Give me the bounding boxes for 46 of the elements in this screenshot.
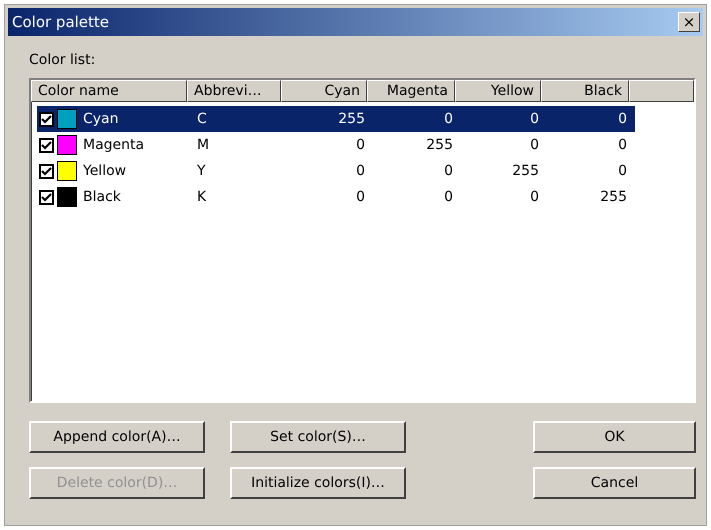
table-cell-text: 0 bbox=[617, 137, 628, 153]
color-row[interactable]: Black K 0 0 0 255 bbox=[37, 184, 635, 210]
column-header[interactable]: Magenta bbox=[367, 80, 455, 102]
table-cell-text: 0 bbox=[617, 111, 628, 127]
color-row[interactable]: Yellow Y 0 0 255 0 bbox=[37, 158, 635, 184]
table-cell-text: 0 bbox=[443, 111, 454, 127]
checkbox[interactable] bbox=[39, 164, 54, 178]
table-cell-text: 255 bbox=[337, 111, 366, 127]
table-cell-text: 0 bbox=[355, 137, 366, 153]
window-title: Color palette bbox=[12, 13, 110, 31]
table-cell-text: Yellow bbox=[82, 163, 128, 179]
table-cell-text: 0 bbox=[355, 189, 366, 205]
table-cell-text: 255 bbox=[425, 137, 454, 153]
checkbox[interactable] bbox=[39, 138, 54, 152]
dialog-button[interactable]: OK bbox=[533, 421, 696, 453]
table-cell-text: 255 bbox=[599, 189, 628, 205]
column-header[interactable]: Black bbox=[541, 80, 629, 102]
close-button[interactable]: × bbox=[678, 12, 700, 32]
dialog-button[interactable]: Cancel bbox=[533, 467, 696, 499]
list-label: Color list: bbox=[29, 52, 96, 68]
column-header[interactable]: Abbrevi… bbox=[187, 80, 281, 102]
table-cell-text: Y bbox=[196, 163, 207, 179]
column-header[interactable]: Color name bbox=[31, 80, 187, 102]
dialog-button[interactable]: Initialize colors(I)… bbox=[230, 467, 406, 499]
table-cell-text: Cyan bbox=[82, 111, 120, 127]
column-header[interactable]: Cyan bbox=[281, 80, 367, 102]
table-cell-text: Magenta bbox=[82, 137, 146, 153]
table-cell-text: 255 bbox=[511, 163, 540, 179]
dialog-button[interactable]: Append color(A)… bbox=[29, 421, 205, 453]
table-cell-text: K bbox=[196, 189, 208, 205]
color-row[interactable]: Magenta M 0 255 0 0 bbox=[37, 132, 635, 158]
checkbox[interactable] bbox=[39, 190, 54, 204]
table-cell-text: 0 bbox=[443, 189, 454, 205]
table-cell-text: 0 bbox=[529, 111, 540, 127]
dialog-button[interactable]: Set color(S)… bbox=[230, 421, 406, 453]
table-cell-text: 0 bbox=[529, 137, 540, 153]
table-cell-text: 0 bbox=[617, 163, 628, 179]
color-row[interactable]: Cyan C 255 0 0 0 bbox=[37, 106, 635, 132]
table-cell-text: Black bbox=[82, 189, 122, 205]
table-cell-text: 0 bbox=[443, 163, 454, 179]
checkbox[interactable] bbox=[39, 112, 54, 126]
column-header[interactable]: Yellow bbox=[455, 80, 541, 102]
table-cell-text: 0 bbox=[355, 163, 366, 179]
table-cell-text: M bbox=[196, 137, 210, 153]
table-cell-text: 0 bbox=[529, 189, 540, 205]
table-cell-text: C bbox=[196, 111, 208, 127]
